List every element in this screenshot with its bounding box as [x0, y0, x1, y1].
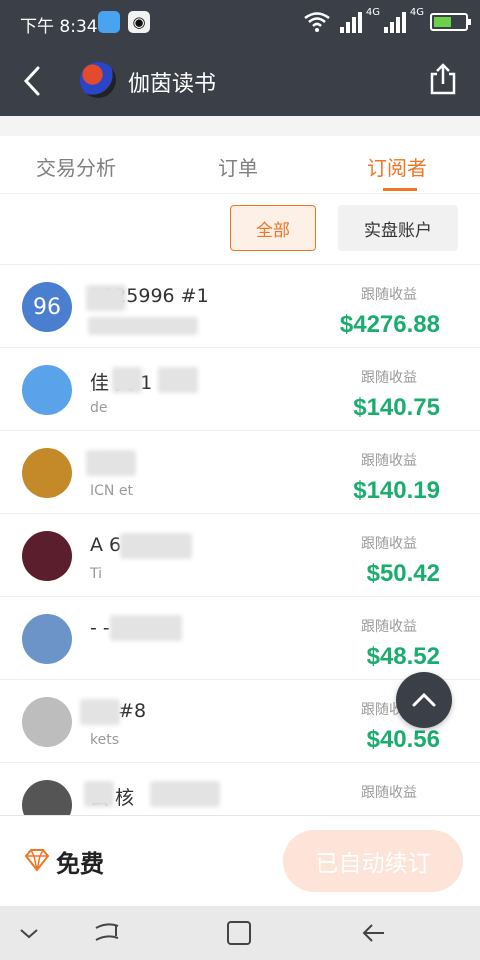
subscriber-name: A 6	[90, 534, 122, 556]
privacy-blur	[110, 615, 182, 641]
signal-1: 4G	[340, 7, 380, 33]
battery-fill	[434, 17, 451, 27]
tab-bar: 交易分析 订单 订阅者	[0, 136, 480, 194]
privacy-blur	[112, 367, 142, 393]
back-icon[interactable]	[358, 920, 388, 946]
profit-label: 跟随收益	[361, 619, 417, 635]
avatar	[22, 697, 72, 747]
qq-app-icon: ◉	[128, 11, 150, 33]
profit-label: 跟随收益	[361, 370, 417, 386]
tab-subscribers[interactable]: 订阅者	[367, 152, 427, 181]
scroll-top-button[interactable]	[396, 672, 452, 728]
privacy-blur	[86, 285, 126, 311]
avatar	[22, 531, 72, 581]
header: 伽茵读书	[0, 44, 480, 116]
avatar	[22, 780, 72, 815]
privacy-blur	[150, 781, 220, 807]
list-item[interactable]: 96 1225996 #1 跟随收益 $4276.88	[0, 265, 480, 348]
privacy-blur	[158, 367, 198, 393]
network-type-2: 4G	[409, 7, 424, 18]
profit-label: 跟随收益	[361, 287, 417, 303]
avatar: 96	[22, 282, 72, 332]
system-nav-bar	[0, 906, 480, 960]
privacy-blur	[86, 450, 136, 476]
profit-amount: $48.52	[366, 643, 440, 670]
tab-active-indicator	[383, 188, 417, 191]
subscription-bar: 免费 已自动续订	[0, 815, 480, 906]
diamond-icon	[24, 849, 50, 872]
chevron-down-icon[interactable]	[14, 920, 44, 946]
network-type-1: 4G	[365, 7, 380, 18]
signal-2: 4G	[384, 7, 424, 33]
profit-amount: $40.56	[366, 726, 440, 753]
battery-icon	[430, 13, 471, 31]
filter-bar: 全部 实盘账户	[0, 195, 480, 265]
avatar	[22, 365, 72, 415]
privacy-blur	[80, 699, 120, 725]
profit-label: 跟随收益	[361, 453, 417, 469]
list-item[interactable]: - - #2 跟随收益 $48.52	[0, 597, 480, 680]
privacy-blur	[120, 533, 192, 559]
chevron-up-icon	[412, 692, 436, 707]
wifi-icon	[304, 12, 330, 32]
avatar	[22, 614, 72, 664]
profit-amount: $140.19	[353, 477, 440, 504]
tab-orders[interactable]: 订单	[218, 152, 258, 181]
signal-icon	[340, 12, 362, 33]
auto-renew-button[interactable]: 已自动续订	[283, 830, 463, 892]
subscriber-subtitle: Ti	[90, 566, 103, 582]
profit-label: 跟随收益	[361, 785, 417, 801]
list-item[interactable]: A 6 Ti 跟随收益 $50.42	[0, 514, 480, 597]
page-title: 伽茵读书	[128, 72, 217, 97]
profit-amount: $140.75	[353, 394, 440, 421]
filter-real-account-button[interactable]: 实盘账户	[338, 205, 458, 251]
shopping-app-icon	[98, 11, 120, 33]
back-arrow-icon[interactable]	[18, 64, 48, 98]
subscriber-list: 96 1225996 #1 跟随收益 $4276.88 佳 爽 1 de 跟随收…	[0, 265, 480, 815]
plan-label: 免费	[56, 850, 104, 878]
status-time: 下午 8:34	[20, 17, 98, 37]
signal-icon	[384, 12, 406, 33]
tab-trade-analysis[interactable]: 交易分析	[36, 152, 116, 181]
home-icon[interactable]	[224, 920, 254, 946]
privacy-blur	[88, 317, 198, 335]
filter-all-button[interactable]: 全部	[230, 205, 316, 251]
subscriber-subtitle: kets	[90, 732, 120, 748]
avatar	[22, 448, 72, 498]
header-spacer	[0, 116, 480, 136]
list-item[interactable]: # ICN et 跟随收益 $140.19	[0, 431, 480, 514]
status-indicators: 4G 4G	[304, 7, 471, 36]
channel-avatar	[80, 62, 116, 98]
status-bar: 下午 8:34 ◉ 4G 4G	[0, 0, 480, 44]
profit-amount: $4276.88	[339, 311, 440, 338]
profit-label: 跟随收益	[361, 536, 417, 552]
privacy-blur	[84, 781, 114, 807]
list-item[interactable]: 云 核 跟随收益	[0, 763, 480, 815]
subscriber-subtitle: de	[90, 400, 108, 416]
list-item[interactable]: 佳 爽 1 de 跟随收益 $140.75	[0, 348, 480, 431]
subscriber-subtitle: ICN et	[90, 483, 133, 499]
recent-apps-icon[interactable]	[92, 920, 122, 946]
profit-amount: $50.42	[366, 560, 440, 587]
share-icon[interactable]	[428, 62, 458, 96]
